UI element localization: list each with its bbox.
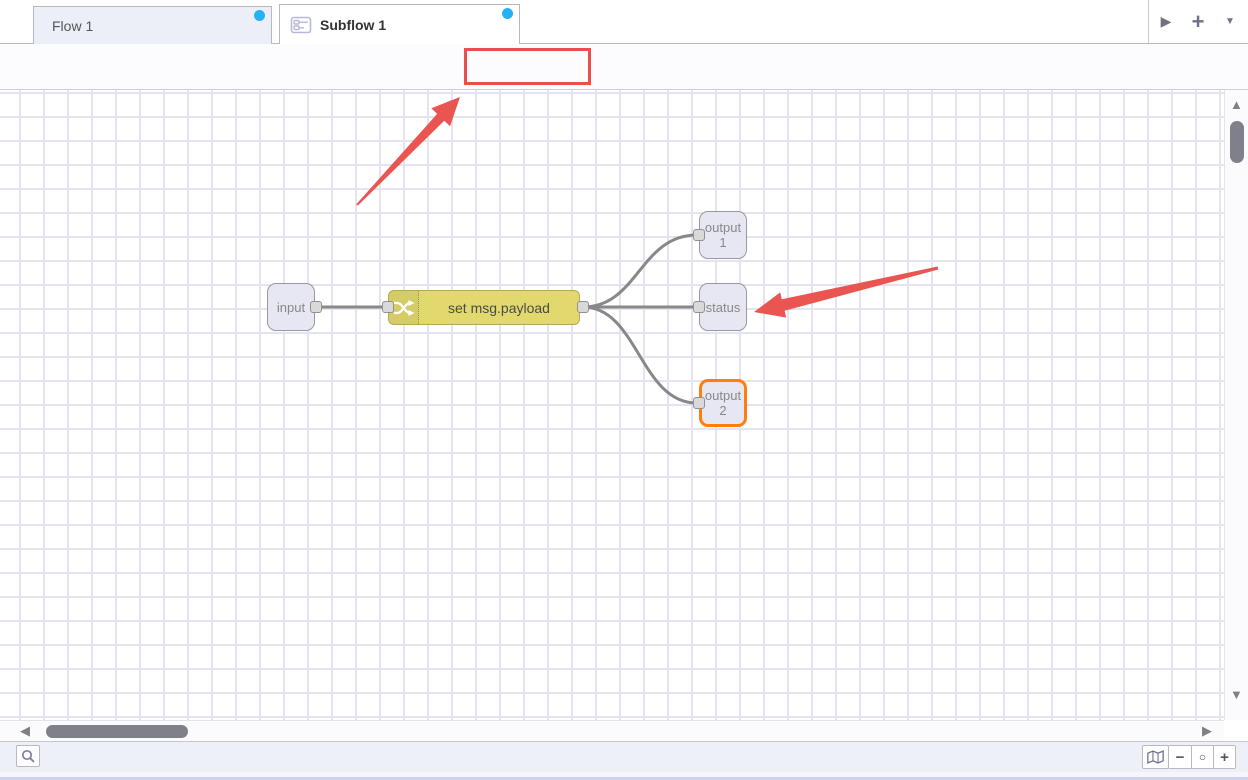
horizontal-scrollbar[interactable]: ◀ ▶ <box>0 720 1224 741</box>
add-flow-button[interactable]: + <box>1182 0 1214 43</box>
subflow-icon <box>290 16 312 34</box>
subflow-output1-node[interactable]: output 1 <box>699 211 747 259</box>
tab-subflow-1-label: Subflow 1 <box>320 17 386 33</box>
tab-menu-button[interactable]: ▼ <box>1214 0 1246 43</box>
unsaved-changes-dot <box>254 10 265 21</box>
input-node-output-port[interactable] <box>310 301 322 313</box>
zoom-controls-group: − ○ + <box>1168 745 1236 769</box>
subflow-output2-node[interactable]: output 2 <box>699 379 747 427</box>
subflow-status-node[interactable]: status <box>699 283 747 331</box>
input-node-label: input <box>277 300 305 315</box>
change-node-output-port[interactable] <box>577 301 589 313</box>
node-red-editor: Flow 1 Subflow 1 ▶ + ▼ ✎ e <box>0 0 1248 780</box>
window-bottom-edge <box>0 772 1248 780</box>
zoom-in-button[interactable]: + <box>1213 746 1235 768</box>
subflow-input-node[interactable]: input <box>267 283 315 331</box>
output2-node-label: output <box>705 388 741 403</box>
subflow-toolbar: ✎ edit properties inputs: 0 1 outputs: −… <box>0 44 1248 90</box>
wire-change-to-output2[interactable] <box>583 307 697 403</box>
tab-flow-1[interactable]: Flow 1 <box>33 6 272 44</box>
vertical-scrollbar[interactable]: ▲ ▼ <box>1224 90 1248 720</box>
zoom-reset-button[interactable]: ○ <box>1191 746 1213 768</box>
status-node-input-port[interactable] <box>693 301 705 313</box>
output1-node-input-port[interactable] <box>693 229 705 241</box>
next-tab-icon: ▶ <box>1161 13 1172 30</box>
vertical-scrollbar-thumb[interactable] <box>1230 121 1244 163</box>
next-tab-button[interactable]: ▶ <box>1150 0 1182 43</box>
tab-flow-1-label: Flow 1 <box>52 18 93 34</box>
status-node-canvas-label: status <box>706 300 741 315</box>
output2-node-input-port[interactable] <box>693 397 705 409</box>
chevron-down-icon: ▼ <box>1225 16 1235 27</box>
flow-tab-bar: Flow 1 Subflow 1 ▶ + ▼ <box>0 0 1248 44</box>
unsaved-changes-dot <box>502 8 513 19</box>
shuffle-icon <box>393 300 415 316</box>
plus-icon: + <box>1192 9 1205 35</box>
navigator-map-button[interactable] <box>1142 745 1169 769</box>
horizontal-scrollbar-thumb[interactable] <box>46 725 188 738</box>
search-icon <box>21 749 35 763</box>
workspace-canvas[interactable]: input set msg.payload output 1 status ou… <box>0 90 1224 720</box>
scroll-left-icon[interactable]: ◀ <box>20 724 30 738</box>
wire-change-to-output1[interactable] <box>583 235 697 307</box>
output1-node-number: 1 <box>719 235 726 250</box>
map-icon <box>1147 750 1164 764</box>
scroll-down-icon[interactable]: ▼ <box>1230 688 1243 702</box>
change-node-label: set msg.payload <box>419 291 579 324</box>
output2-node-number: 2 <box>719 403 726 418</box>
search-button[interactable] <box>16 745 40 767</box>
tabbar-separator <box>1148 0 1149 43</box>
scroll-up-icon[interactable]: ▲ <box>1230 98 1243 112</box>
output1-node-label: output <box>705 220 741 235</box>
scroll-right-icon[interactable]: ▶ <box>1202 724 1212 738</box>
zoom-out-button[interactable]: − <box>1169 746 1191 768</box>
change-node-input-port[interactable] <box>382 301 394 313</box>
footer-bar: − ○ + <box>0 741 1248 772</box>
tab-subflow-1[interactable]: Subflow 1 <box>279 4 520 44</box>
wires-layer <box>0 90 1224 720</box>
change-node[interactable]: set msg.payload <box>388 290 580 325</box>
